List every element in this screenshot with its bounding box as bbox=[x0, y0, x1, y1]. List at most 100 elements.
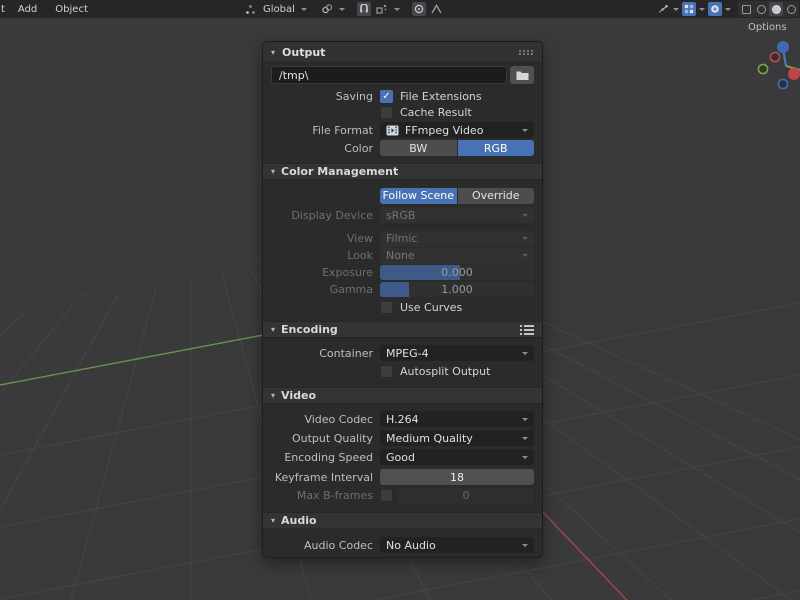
transform-orientation-value[interactable]: Global bbox=[261, 4, 297, 15]
section-header-encoding[interactable]: ▾ Encoding bbox=[263, 321, 542, 338]
gamma-row: Gamma 1.000 bbox=[263, 282, 542, 297]
viewport-header: t Add Object Global bbox=[0, 0, 800, 18]
exposure-slider[interactable]: 0.000 bbox=[380, 265, 534, 280]
cm-mode-row: Follow Scene Override bbox=[263, 188, 542, 203]
viewport-shading-group bbox=[738, 1, 799, 17]
expand-caret-icon[interactable]: ▾ bbox=[271, 48, 275, 57]
keyframe-interval-field[interactable]: 18 bbox=[380, 469, 534, 485]
gizmo-neg-y-axis bbox=[758, 64, 767, 73]
look-dropdown[interactable]: None bbox=[380, 248, 534, 264]
shading-material-button[interactable] bbox=[769, 2, 783, 16]
output-path-row: /tmp\ bbox=[263, 65, 542, 85]
gizmo-neg-z-axis bbox=[778, 79, 787, 88]
autosplit-output-checkbox-label[interactable]: Autosplit Output bbox=[400, 365, 490, 378]
output-path-input[interactable]: /tmp\ bbox=[271, 66, 507, 84]
chevron-down-icon[interactable] bbox=[699, 8, 705, 11]
cache-result-checkbox[interactable] bbox=[380, 106, 393, 119]
section-title: Audio bbox=[281, 514, 317, 527]
section-title: Color Management bbox=[281, 165, 398, 178]
expand-caret-icon: ▾ bbox=[271, 325, 275, 334]
output-quality-row: Output Quality Medium Quality bbox=[263, 430, 542, 446]
snap-target-icon[interactable] bbox=[374, 2, 390, 16]
menu-item-clipped[interactable]: t bbox=[0, 4, 9, 15]
view-row: View Filmic bbox=[263, 231, 542, 246]
shading-solid-button[interactable] bbox=[754, 2, 768, 16]
expand-caret-icon: ▾ bbox=[271, 391, 275, 400]
encoding-speed-value: Good bbox=[386, 451, 415, 464]
autosplit-output-checkbox[interactable] bbox=[380, 365, 393, 378]
color-mode-row: Color BW RGB bbox=[263, 140, 542, 156]
container-dropdown[interactable]: MPEG-4 bbox=[380, 345, 534, 361]
color-rgb-button[interactable]: RGB bbox=[458, 140, 535, 156]
display-device-label: Display Device bbox=[271, 209, 373, 222]
exposure-label: Exposure bbox=[271, 266, 373, 279]
audio-codec-dropdown[interactable]: No Audio bbox=[380, 537, 534, 553]
presets-menu-icon[interactable] bbox=[520, 325, 534, 335]
override-button[interactable]: Override bbox=[458, 188, 535, 204]
chevron-down-icon[interactable] bbox=[673, 8, 679, 11]
audio-codec-row: Audio Codec No Audio bbox=[263, 537, 542, 553]
chevron-down-icon[interactable] bbox=[339, 8, 345, 11]
snap-magnet-icon[interactable] bbox=[357, 2, 371, 16]
chevron-down-icon bbox=[522, 214, 528, 217]
max-bframes-checkbox[interactable] bbox=[380, 489, 393, 502]
chevron-down-icon bbox=[522, 437, 528, 440]
look-value: None bbox=[386, 249, 415, 262]
show-gizmos-icon[interactable] bbox=[655, 2, 670, 16]
display-device-value: sRGB bbox=[386, 209, 415, 222]
output-quality-dropdown[interactable]: Medium Quality bbox=[380, 430, 534, 446]
encoding-speed-label: Encoding Speed bbox=[271, 451, 373, 464]
gamma-slider[interactable]: 1.000 bbox=[380, 282, 534, 297]
pivot-point-icon[interactable] bbox=[319, 2, 335, 16]
color-label: Color bbox=[271, 142, 373, 155]
menu-item-add[interactable]: Add bbox=[9, 4, 46, 15]
color-bw-button[interactable]: BW bbox=[380, 140, 457, 156]
view-transform-dropdown[interactable]: Filmic bbox=[380, 231, 534, 247]
folder-icon bbox=[516, 70, 529, 81]
autosplit-row: Autosplit Output bbox=[263, 364, 542, 378]
encoding-speed-dropdown[interactable]: Good bbox=[380, 449, 534, 465]
cache-result-checkbox-label[interactable]: Cache Result bbox=[400, 106, 472, 119]
section-header-color-management[interactable]: ▾ Color Management bbox=[263, 163, 542, 180]
container-value: MPEG-4 bbox=[386, 347, 429, 360]
menu-item-object[interactable]: Object bbox=[46, 4, 97, 15]
transform-orientation-icon bbox=[243, 2, 258, 16]
follow-scene-button[interactable]: Follow Scene bbox=[380, 188, 457, 204]
proportional-falloff-icon[interactable] bbox=[429, 2, 444, 16]
use-curves-checkbox-label[interactable]: Use Curves bbox=[400, 301, 462, 314]
use-curves-checkbox[interactable] bbox=[380, 301, 393, 314]
xray-toggle[interactable] bbox=[708, 2, 722, 16]
video-codec-dropdown[interactable]: H.264 bbox=[380, 411, 534, 427]
show-overlays-toggle[interactable] bbox=[682, 2, 696, 16]
exposure-row: Exposure 0.000 bbox=[263, 265, 542, 280]
display-device-dropdown[interactable]: sRGB bbox=[380, 207, 534, 223]
file-extensions-checkbox-label[interactable]: File Extensions bbox=[400, 90, 482, 103]
chevron-down-icon[interactable] bbox=[394, 8, 400, 11]
proportional-editing-icon[interactable] bbox=[412, 2, 426, 16]
shading-rendered-button[interactable] bbox=[784, 2, 798, 16]
video-codec-label: Video Codec bbox=[271, 413, 373, 426]
panel-options-grip-icon[interactable] bbox=[519, 50, 534, 55]
section-header-audio[interactable]: ▾ Audio bbox=[263, 512, 542, 529]
chevron-down-icon[interactable] bbox=[725, 8, 731, 11]
section-header-video[interactable]: ▾ Video bbox=[263, 387, 542, 404]
chevron-down-icon bbox=[522, 352, 528, 355]
navigation-gizmo[interactable] bbox=[756, 36, 800, 98]
file-format-dropdown[interactable]: FFmpeg Video bbox=[380, 122, 534, 138]
encoding-speed-row: Encoding Speed Good bbox=[263, 449, 542, 465]
panel-title: Output bbox=[282, 46, 325, 59]
max-bframes-field[interactable]: 0 bbox=[398, 488, 534, 504]
audio-codec-label: Audio Codec bbox=[271, 539, 373, 552]
saving-label: Saving bbox=[271, 90, 373, 103]
file-extensions-checkbox[interactable]: ✓ bbox=[380, 90, 393, 103]
cache-result-row: Cache Result bbox=[263, 105, 542, 120]
chevron-down-icon bbox=[522, 237, 528, 240]
open-file-browser-button[interactable] bbox=[510, 66, 534, 84]
view-label: View bbox=[271, 232, 373, 245]
gizmo-z-axis bbox=[777, 41, 789, 53]
chevron-down-icon[interactable] bbox=[301, 8, 307, 11]
panel-header-output[interactable]: ▾ Output bbox=[263, 42, 542, 63]
options-dropdown[interactable]: Options bbox=[748, 22, 787, 33]
y-axis-line bbox=[0, 328, 300, 385]
shading-wireframe-button[interactable] bbox=[739, 2, 753, 16]
